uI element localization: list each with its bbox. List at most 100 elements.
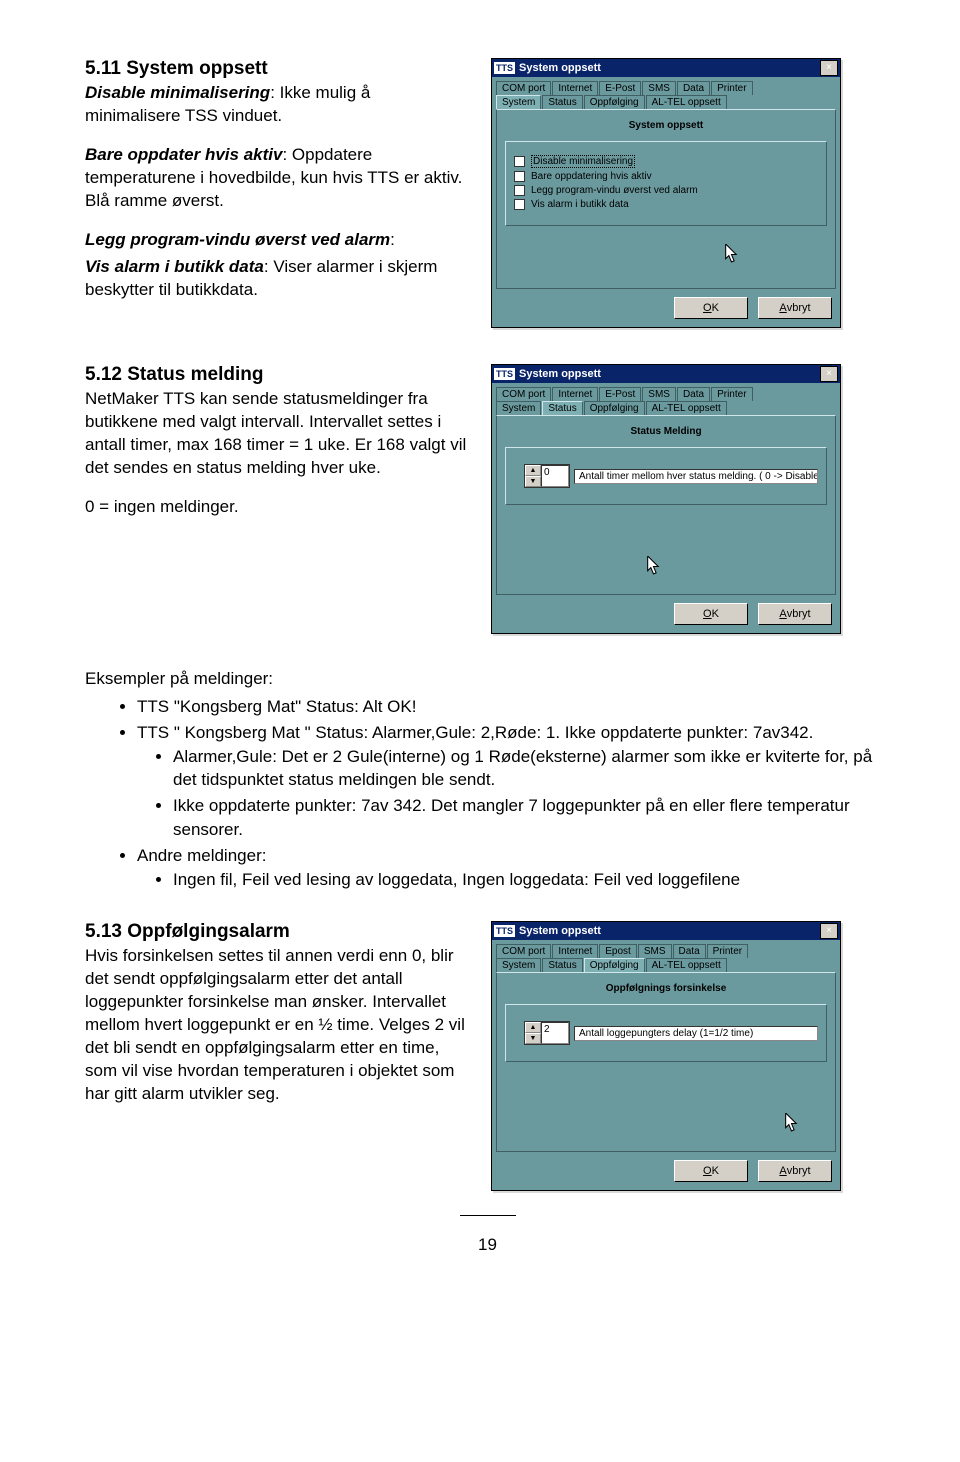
cursor-icon — [647, 556, 661, 576]
list-item: Ikke oppdaterte punkter: 7av 342. Det ma… — [173, 794, 890, 842]
tab-altel[interactable]: AL-TEL oppsett — [646, 95, 727, 109]
tab-com-port[interactable]: COM port — [496, 944, 551, 958]
quantity-stepper[interactable]: ▲ ▼ 2 — [524, 1021, 570, 1045]
tab-body: Oppfølgnings forsinkelse ▲ ▼ 2 Antall lo… — [496, 972, 836, 1152]
para: Disable minimalisering: Ikke mulig å min… — [85, 82, 469, 128]
dialog-system-oppsett-1: TTS System oppsett × COM port Internet E… — [491, 58, 841, 328]
tab-sms[interactable]: SMS — [642, 387, 676, 401]
tab-system[interactable]: System — [496, 958, 541, 972]
tab-system[interactable]: System — [496, 401, 541, 415]
ok-button[interactable]: OK — [674, 297, 748, 319]
group-title: Status Melding — [503, 426, 829, 437]
tab-system[interactable]: System — [496, 95, 541, 109]
tab-status[interactable]: Status — [542, 95, 582, 109]
tab-epost[interactable]: Epost — [599, 944, 637, 958]
tab-com-port[interactable]: COM port — [496, 387, 551, 401]
tab-data[interactable]: Data — [673, 944, 706, 958]
list-item: TTS "Kongsberg Mat" Status: Alt OK! — [137, 695, 890, 719]
cancel-button[interactable]: Avbryt — [758, 1160, 832, 1182]
text: : — [390, 230, 395, 249]
term: Vis alarm i butikk data — [85, 257, 264, 276]
tab-altel[interactable]: AL-TEL oppsett — [646, 958, 727, 972]
stepper-desc: Antall timer mellom hver status melding.… — [574, 469, 818, 484]
dialog-system-oppsett-2: TTS System oppsett × COM port Internet E… — [491, 364, 841, 634]
tab-internet[interactable]: Internet — [552, 387, 598, 401]
tab-status[interactable]: Status — [542, 401, 582, 415]
checkbox-row[interactable]: Disable minimalisering — [514, 155, 818, 168]
cancel-button[interactable]: Avbryt — [758, 297, 832, 319]
tabs-row-lower: System Status Oppfølging AL-TEL oppsett — [492, 958, 840, 972]
titlebar-prefix: TTS — [494, 62, 515, 74]
dialog-system-oppsett-3: TTS System oppsett × COM port Internet E… — [491, 921, 841, 1191]
group-box: ▲ ▼ 0 Antall timer mellom hver status me… — [505, 447, 827, 505]
heading-5-12: 5.12 Status melding — [85, 364, 469, 386]
tab-oppfolging[interactable]: Oppfølging — [584, 401, 645, 415]
tab-printer[interactable]: Printer — [711, 81, 752, 95]
close-icon[interactable]: × — [820, 60, 838, 76]
quantity-stepper[interactable]: ▲ ▼ 0 — [524, 464, 570, 488]
tab-epost[interactable]: E-Post — [599, 81, 641, 95]
chevron-down-icon[interactable]: ▼ — [525, 476, 541, 487]
heading-5-11: 5.11 System oppsett — [85, 58, 469, 80]
checkbox-row[interactable]: Legg program-vindu øverst ved alarm — [514, 185, 818, 196]
tabs-row-upper: COM port Internet Epost SMS Data Printer — [492, 940, 840, 958]
tab-oppfolging[interactable]: Oppfølging — [584, 958, 645, 972]
tab-sms[interactable]: SMS — [638, 944, 672, 958]
checkbox-icon[interactable] — [514, 199, 525, 210]
tab-oppfolging[interactable]: Oppfølging — [584, 95, 645, 109]
checkbox-label: Bare oppdatering hvis aktiv — [531, 171, 652, 182]
checkbox-row[interactable]: Vis alarm i butikk data — [514, 199, 818, 210]
tabs-row-lower: System Status Oppfølging AL-TEL oppsett — [492, 401, 840, 415]
stepper-value[interactable]: 0 — [541, 465, 569, 487]
para: 0 = ingen meldinger. — [85, 496, 469, 519]
para: Hvis forsinkelsen settes til annen verdi… — [85, 945, 469, 1106]
chevron-up-icon[interactable]: ▲ — [525, 1022, 541, 1033]
para: Legg program-vindu øverst ved alarm: — [85, 229, 469, 252]
examples-list: TTS "Kongsberg Mat" Status: Alt OK! TTS … — [85, 695, 890, 891]
tabs-row-upper: COM port Internet E-Post SMS Data Printe… — [492, 383, 840, 401]
tab-status[interactable]: Status — [542, 958, 582, 972]
ok-button[interactable]: OK — [674, 603, 748, 625]
button-bar: OK Avbryt — [492, 1156, 840, 1190]
close-icon[interactable]: × — [820, 923, 838, 939]
tab-printer[interactable]: Printer — [711, 387, 752, 401]
titlebar-prefix: TTS — [494, 368, 515, 380]
checkbox-row[interactable]: Bare oppdatering hvis aktiv — [514, 171, 818, 182]
checkbox-icon[interactable] — [514, 185, 525, 196]
term: Bare oppdater hvis aktiv — [85, 145, 282, 164]
tab-altel[interactable]: AL-TEL oppsett — [646, 401, 727, 415]
list-item: TTS " Kongsberg Mat " Status: Alarmer,Gu… — [137, 721, 890, 842]
tab-data[interactable]: Data — [677, 387, 710, 401]
tab-printer[interactable]: Printer — [707, 944, 748, 958]
ok-button[interactable]: OK — [674, 1160, 748, 1182]
cursor-icon — [725, 244, 739, 264]
tabs-row-upper: COM port Internet E-Post SMS Data Printe… — [492, 77, 840, 95]
stepper-value[interactable]: 2 — [541, 1022, 569, 1044]
button-bar: OK Avbryt — [492, 293, 840, 327]
term: Legg program-vindu øverst ved alarm — [85, 230, 390, 249]
tab-internet[interactable]: Internet — [552, 944, 598, 958]
heading-5-13: 5.13 Oppfølgingsalarm — [85, 921, 469, 943]
tab-body: Status Melding ▲ ▼ 0 Antall timer mellom… — [496, 415, 836, 595]
cancel-button[interactable]: Avbryt — [758, 603, 832, 625]
tab-body: System oppsett Disable minimalisering Ba… — [496, 109, 836, 289]
tab-epost[interactable]: E-Post — [599, 387, 641, 401]
stepper-desc: Antall loggepungters delay (1=1/2 time) — [574, 1026, 818, 1041]
checkbox-icon[interactable] — [514, 156, 525, 167]
para: NetMaker TTS kan sende statusmeldinger f… — [85, 388, 469, 480]
close-icon[interactable]: × — [820, 366, 838, 382]
tab-com-port[interactable]: COM port — [496, 81, 551, 95]
group-title: System oppsett — [503, 120, 829, 131]
titlebar: TTS System oppsett × — [492, 922, 840, 940]
list-item: Alarmer,Gule: Det er 2 Gule(interne) og … — [173, 745, 890, 793]
chevron-down-icon[interactable]: ▼ — [525, 1033, 541, 1044]
titlebar: TTS System oppsett × — [492, 365, 840, 383]
stepper-row: ▲ ▼ 0 Antall timer mellom hver status me… — [524, 464, 818, 488]
chevron-up-icon[interactable]: ▲ — [525, 465, 541, 476]
checkbox-label: Vis alarm i butikk data — [531, 199, 629, 210]
checkbox-icon[interactable] — [514, 171, 525, 182]
tab-sms[interactable]: SMS — [642, 81, 676, 95]
para: Bare oppdater hvis aktiv: Oppdatere temp… — [85, 144, 469, 213]
tab-internet[interactable]: Internet — [552, 81, 598, 95]
tab-data[interactable]: Data — [677, 81, 710, 95]
